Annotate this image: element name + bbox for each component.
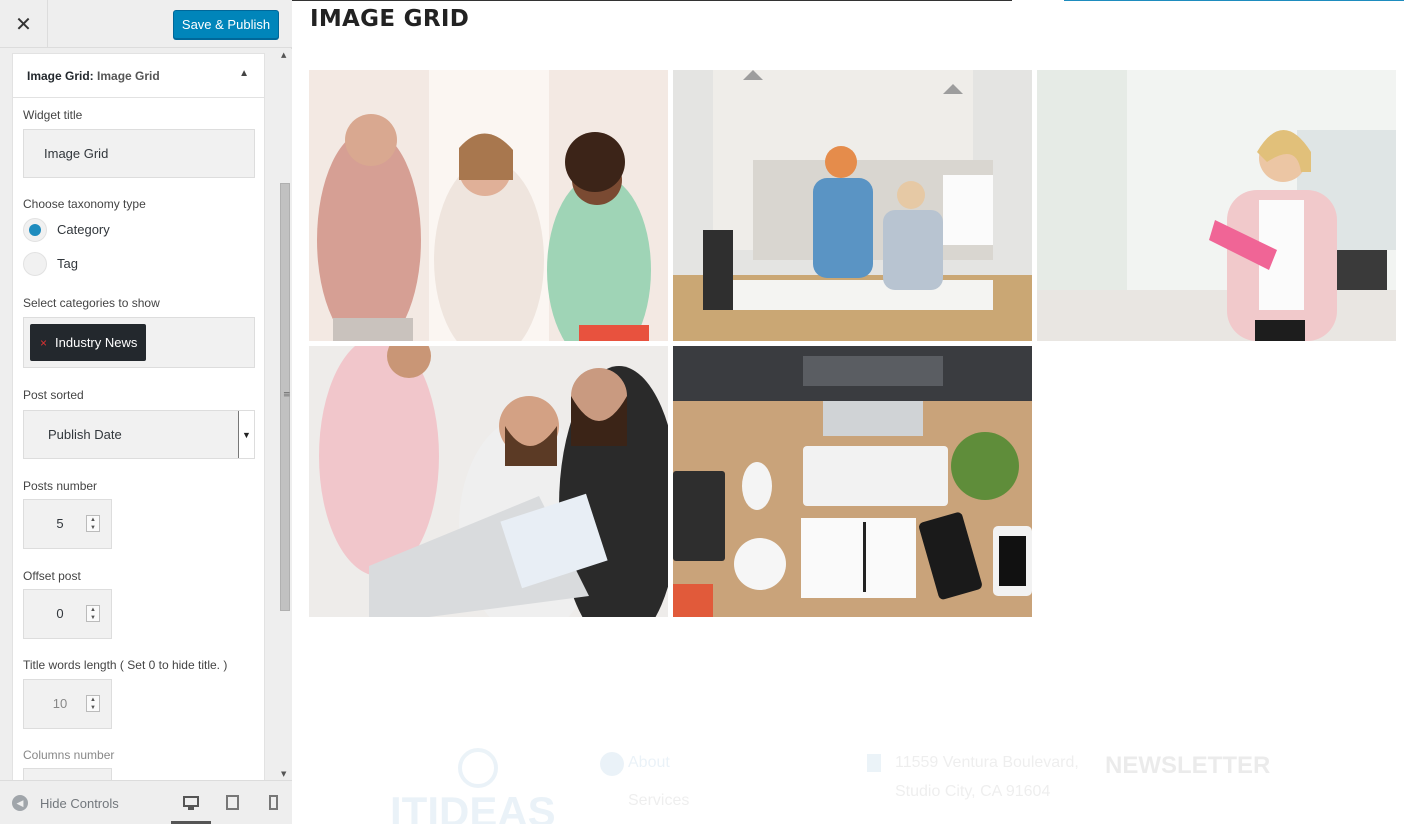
radio-category-label: Category: [57, 222, 110, 237]
close-icon[interactable]: ✕: [0, 0, 48, 48]
grid-image-team-laptop[interactable]: [309, 346, 668, 617]
spinner-icon[interactable]: ▲ ▼: [86, 515, 100, 532]
offset-post-label: Offset post: [23, 569, 81, 583]
scroll-up-icon[interactable]: ▲: [281, 51, 286, 59]
categories-select[interactable]: × Industry News: [23, 317, 255, 368]
category-chip: × Industry News: [30, 324, 147, 361]
customizer-header: ✕ Save & Publish: [0, 0, 292, 48]
widget-title-value: Image Grid: [44, 146, 109, 161]
spinner-icon[interactable]: ▲ ▼: [86, 695, 100, 712]
post-sorted-select[interactable]: Publish Date ▼: [23, 410, 255, 459]
grid-image-people-phones[interactable]: [309, 70, 668, 341]
tablet-icon[interactable]: [224, 794, 242, 812]
triangle-up-icon[interactable]: ▲: [239, 68, 249, 79]
location-icon: [867, 754, 881, 772]
widget-title-label: Widget title: [23, 108, 83, 122]
title-words-input[interactable]: 10 ▲ ▼: [23, 679, 112, 729]
mobile-icon[interactable]: [266, 794, 284, 812]
newsletter-heading: NEWSLETTER: [1105, 752, 1271, 779]
section-title: IMAGE GRID: [310, 6, 470, 32]
site-logo[interactable]: ITIDEAS: [390, 788, 556, 824]
address-line2: Studio City, CA 91604: [895, 783, 1051, 800]
desktop-icon[interactable]: [182, 794, 200, 812]
save-publish-button[interactable]: Save & Publish: [173, 10, 279, 39]
widget-type: Image Grid:: [27, 68, 94, 83]
widget-scroll-area[interactable]: Image Grid: Image Grid ▲ Widget title Im…: [0, 49, 292, 780]
title-words-label: Title words length ( Set 0 to hide title…: [23, 658, 228, 672]
offset-post-input[interactable]: 0 ▲ ▼: [23, 589, 112, 639]
grid-image-businesswoman[interactable]: [1037, 70, 1396, 341]
categories-label: Select categories to show: [23, 296, 160, 310]
about-icon: [600, 752, 624, 776]
widget-title-input[interactable]: Image Grid: [23, 129, 255, 178]
grid-image-architects[interactable]: [673, 70, 1032, 341]
taxonomy-type-label: Choose taxonomy type: [23, 197, 146, 211]
hide-controls-label: Hide Controls: [40, 795, 119, 811]
post-sorted-label: Post sorted: [23, 388, 84, 402]
category-chip-label: Industry News: [55, 335, 138, 350]
nav-accent-line: [1064, 0, 1404, 1]
widget-name: Image Grid: [97, 68, 160, 83]
customizer-panel: ✕ Save & Publish Image Grid: Image Grid …: [0, 0, 292, 824]
post-sorted-value: Publish Date: [48, 427, 122, 442]
widget-form: Widget title Image Grid Choose taxonomy …: [12, 98, 265, 780]
panel-scrollbar[interactable]: ▲ ▼: [278, 49, 292, 780]
widget-header[interactable]: Image Grid: Image Grid ▲: [12, 53, 265, 98]
remove-chip-icon[interactable]: ×: [40, 336, 47, 350]
radio-tag-label: Tag: [57, 256, 78, 271]
radio-tag[interactable]: [23, 252, 47, 276]
columns-number-input[interactable]: [23, 768, 112, 780]
globe-icon: [458, 748, 498, 788]
nav-divider: [292, 0, 1012, 1]
address-line1: 11559 Ventura Boulevard,: [895, 754, 1079, 771]
scroll-down-icon[interactable]: ▼: [281, 770, 286, 778]
customizer-footer: ◀ Hide Controls: [0, 780, 292, 824]
resize-handle-icon[interactable]: ≡: [283, 390, 291, 400]
spinner-icon[interactable]: ▲ ▼: [86, 605, 100, 622]
dropdown-arrow-icon[interactable]: ▼: [238, 411, 254, 458]
hide-controls-button[interactable]: ◀ Hide Controls: [12, 795, 119, 811]
site-footer: ITIDEAS About Services 11559 Ventura Bou…: [292, 740, 1411, 824]
posts-number-input[interactable]: 5 ▲ ▼: [23, 499, 112, 549]
site-preview[interactable]: IMAGE GRID ITIDEAS About Services 11559 …: [292, 0, 1411, 824]
columns-number-label: Columns number: [23, 748, 115, 762]
posts-number-label: Posts number: [23, 479, 98, 493]
collapse-arrow-icon: ◀: [12, 795, 28, 811]
radio-category[interactable]: [23, 218, 47, 242]
footer-link-about[interactable]: About: [628, 754, 670, 772]
footer-link-services[interactable]: Services: [628, 792, 689, 810]
grid-image-desk-flatlay[interactable]: [673, 346, 1032, 617]
